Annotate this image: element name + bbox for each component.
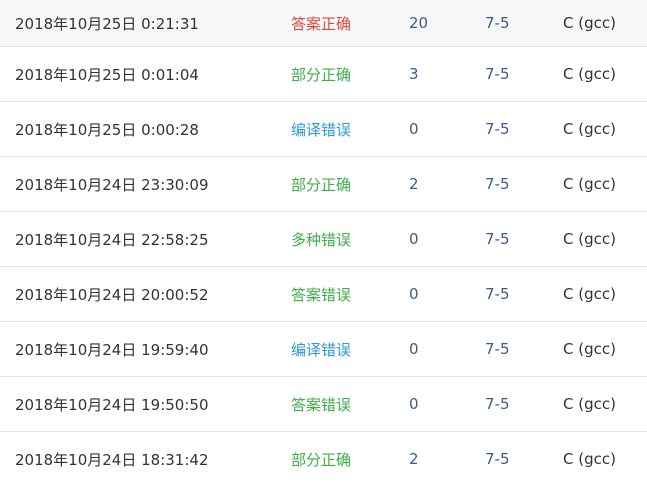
- problem-link[interactable]: 7-5: [485, 0, 510, 46]
- table-row: 2018年10月25日 0:01:04 部分正确 3 7-5 C (gcc): [0, 46, 647, 101]
- compiler-label: C (gcc): [563, 340, 616, 358]
- submit-time: 2018年10月24日 22:58:25: [15, 230, 209, 249]
- problem-link[interactable]: 7-5: [485, 322, 510, 376]
- score-value: 0: [409, 230, 419, 248]
- submit-time: 2018年10月24日 19:50:50: [15, 395, 209, 414]
- score-value: 0: [409, 120, 419, 138]
- table-row: 2018年10月24日 22:58:25 多种错误 0 7-5 C (gcc): [0, 211, 647, 266]
- problem-link[interactable]: 7-5: [485, 102, 510, 156]
- status-label[interactable]: 编译错误: [291, 322, 351, 376]
- table-row: 2018年10月24日 19:59:40 编译错误 0 7-5 C (gcc): [0, 321, 647, 376]
- submissions-table: 2018年10月25日 0:21:31 答案正确 20 7-5 C (gcc) …: [0, 0, 647, 484]
- status-label[interactable]: 答案错误: [291, 377, 351, 431]
- table-row: 2018年10月24日 20:00:52 答案错误 0 7-5 C (gcc): [0, 266, 647, 321]
- status-label[interactable]: 编译错误: [291, 102, 351, 156]
- submit-time: 2018年10月24日 20:00:52: [15, 285, 209, 304]
- problem-link[interactable]: 7-5: [485, 267, 510, 321]
- status-label[interactable]: 多种错误: [291, 212, 351, 266]
- score-value: 0: [409, 395, 419, 413]
- problem-link[interactable]: 7-5: [485, 432, 510, 484]
- compiler-label: C (gcc): [563, 395, 616, 413]
- submit-time: 2018年10月25日 0:01:04: [15, 65, 199, 84]
- compiler-label: C (gcc): [563, 65, 616, 83]
- status-label[interactable]: 答案正确: [291, 0, 351, 46]
- problem-link[interactable]: 7-5: [485, 157, 510, 211]
- table-row: 2018年10月24日 19:50:50 答案错误 0 7-5 C (gcc): [0, 376, 647, 431]
- score-value: 2: [409, 450, 419, 468]
- table-row: 2018年10月25日 0:21:31 答案正确 20 7-5 C (gcc): [0, 0, 647, 46]
- table-row: 2018年10月24日 18:31:42 部分正确 2 7-5 C (gcc): [0, 431, 647, 484]
- compiler-label: C (gcc): [563, 285, 616, 303]
- score-value: 2: [409, 175, 419, 193]
- status-label[interactable]: 答案错误: [291, 267, 351, 321]
- score-value: 20: [409, 14, 429, 32]
- submit-time: 2018年10月24日 18:31:42: [15, 450, 209, 469]
- problem-link[interactable]: 7-5: [485, 212, 510, 266]
- submit-time: 2018年10月25日 0:00:28: [15, 120, 199, 139]
- status-label[interactable]: 部分正确: [291, 432, 351, 484]
- problem-link[interactable]: 7-5: [485, 47, 510, 101]
- submit-time: 2018年10月24日 23:30:09: [15, 175, 209, 194]
- problem-link[interactable]: 7-5: [485, 377, 510, 431]
- score-value: 0: [409, 340, 419, 358]
- status-label[interactable]: 部分正确: [291, 157, 351, 211]
- table-row: 2018年10月24日 23:30:09 部分正确 2 7-5 C (gcc): [0, 156, 647, 211]
- score-value: 3: [409, 65, 419, 83]
- compiler-label: C (gcc): [563, 175, 616, 193]
- status-label[interactable]: 部分正确: [291, 47, 351, 101]
- compiler-label: C (gcc): [563, 120, 616, 138]
- submit-time: 2018年10月24日 19:59:40: [15, 340, 209, 359]
- submit-time: 2018年10月25日 0:21:31: [15, 14, 199, 33]
- compiler-label: C (gcc): [563, 450, 616, 468]
- table-row: 2018年10月25日 0:00:28 编译错误 0 7-5 C (gcc): [0, 101, 647, 156]
- compiler-label: C (gcc): [563, 230, 616, 248]
- score-value: 0: [409, 285, 419, 303]
- compiler-label: C (gcc): [563, 14, 616, 32]
